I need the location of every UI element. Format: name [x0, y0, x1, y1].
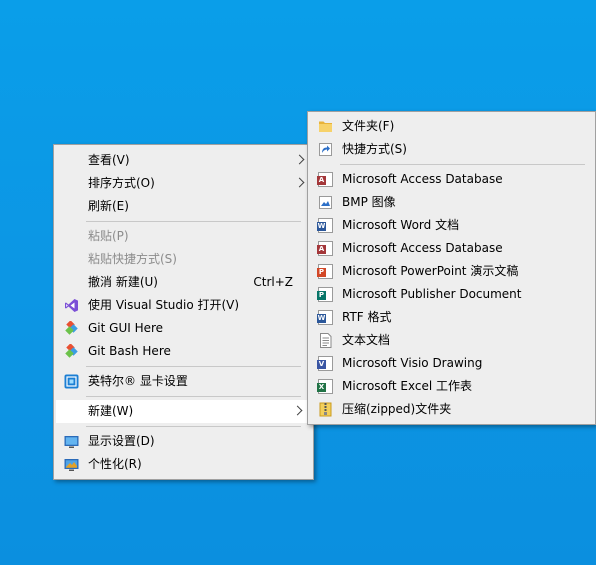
powerpoint-icon: P — [317, 264, 333, 279]
menu-item-refresh[interactable]: 刷新(E) — [54, 195, 313, 218]
chevron-right-icon — [294, 154, 305, 165]
new-file-type-label: Microsoft Word 文档 — [342, 218, 460, 232]
new-file-type-label: Microsoft Access Database — [342, 172, 503, 186]
menu-item-view-label: 查看(V) — [88, 153, 130, 167]
chevron-right-icon — [292, 405, 303, 416]
new-rtf-item[interactable]: W RTF 格式 — [308, 306, 595, 329]
visio-icon: V — [317, 356, 333, 371]
menu-item-open-visual-studio-label: 使用 Visual Studio 打开(V) — [88, 298, 240, 312]
desktop-context-menu: 查看(V) 排序方式(O) 刷新(E) 粘贴(P) 粘贴快捷方式(S) 撤消 新… — [53, 144, 314, 480]
menu-item-view[interactable]: 查看(V) — [54, 149, 313, 172]
menu-item-intel-graphics-label: 英特尔® 显卡设置 — [88, 374, 188, 388]
new-access-database-item[interactable]: A Microsoft Access Database — [308, 237, 595, 260]
excel-icon: X — [317, 379, 333, 394]
menu-item-sort-label: 排序方式(O) — [88, 176, 155, 190]
new-bmp-image-item[interactable]: BMP 图像 — [308, 191, 595, 214]
git-gui-icon — [64, 320, 79, 336]
new-zip-folder-item[interactable]: 压缩(zipped)文件夹 — [308, 398, 595, 421]
menu-item-personalize-label: 个性化(R) — [88, 457, 142, 471]
visual-studio-icon — [64, 298, 79, 313]
personalize-icon — [64, 457, 79, 472]
intel-graphics-icon — [64, 374, 79, 389]
new-powerpoint-item[interactable]: P Microsoft PowerPoint 演示文稿 — [308, 260, 595, 283]
new-publisher-document-item[interactable]: P Microsoft Publisher Document — [308, 283, 595, 306]
menu-item-paste-shortcut: 粘贴快捷方式(S) — [54, 248, 313, 271]
menu-item-paste-shortcut-label: 粘贴快捷方式(S) — [88, 252, 177, 266]
new-file-type-label: Microsoft Access Database — [342, 241, 503, 255]
git-bash-icon — [64, 343, 79, 359]
folder-icon — [318, 119, 333, 134]
menu-item-git-gui[interactable]: Git GUI Here — [54, 317, 313, 340]
chevron-right-icon — [294, 177, 305, 188]
menu-item-git-bash-label: Git Bash Here — [88, 344, 171, 358]
menu-separator — [86, 426, 301, 427]
menu-item-undo-new[interactable]: 撤消 新建(U) Ctrl+Z — [54, 271, 313, 294]
menu-item-personalize[interactable]: 个性化(R) — [54, 453, 313, 476]
new-file-type-label: Microsoft Publisher Document — [342, 287, 522, 301]
menu-item-undo-new-label: 撤消 新建(U) — [88, 275, 158, 289]
menu-separator — [86, 396, 301, 397]
zip-folder-icon — [318, 402, 333, 417]
access-icon: A — [317, 241, 333, 256]
menu-separator — [86, 366, 301, 367]
new-file-type-label: 文本文档 — [342, 333, 391, 347]
new-folder-label: 文件夹(F) — [342, 119, 395, 133]
menu-item-display-settings-label: 显示设置(D) — [88, 434, 155, 448]
new-visio-drawing-item[interactable]: V Microsoft Visio Drawing — [308, 352, 595, 375]
menu-item-new[interactable]: 新建(W) — [56, 400, 311, 423]
display-settings-icon — [64, 434, 79, 449]
text-document-icon — [318, 333, 333, 348]
menu-item-display-settings[interactable]: 显示设置(D) — [54, 430, 313, 453]
bmp-icon — [318, 195, 333, 210]
new-file-type-label: RTF 格式 — [342, 310, 392, 324]
new-submenu: 文件夹(F) 快捷方式(S) A Microsoft Access Databa… — [307, 111, 596, 425]
shortcut-icon — [318, 142, 333, 157]
new-file-type-label: BMP 图像 — [342, 195, 396, 209]
menu-item-intel-graphics[interactable]: 英特尔® 显卡设置 — [54, 370, 313, 393]
menu-separator — [340, 164, 585, 165]
menu-item-git-gui-label: Git GUI Here — [88, 321, 164, 335]
menu-item-paste: 粘贴(P) — [54, 225, 313, 248]
new-shortcut-label: 快捷方式(S) — [342, 142, 407, 156]
new-file-type-label: Microsoft PowerPoint 演示文稿 — [342, 264, 519, 278]
new-access-database-item[interactable]: A Microsoft Access Database — [308, 168, 595, 191]
menu-item-git-bash[interactable]: Git Bash Here — [54, 340, 313, 363]
new-file-type-label: Microsoft Visio Drawing — [342, 356, 483, 370]
publisher-icon: P — [317, 287, 333, 302]
menu-item-sort[interactable]: 排序方式(O) — [54, 172, 313, 195]
word-icon: W — [317, 218, 333, 233]
menu-item-open-visual-studio[interactable]: 使用 Visual Studio 打开(V) — [54, 294, 313, 317]
new-excel-worksheet-item[interactable]: X Microsoft Excel 工作表 — [308, 375, 595, 398]
menu-item-paste-label: 粘贴(P) — [88, 229, 129, 243]
new-shortcut-item[interactable]: 快捷方式(S) — [308, 138, 595, 161]
menu-item-refresh-label: 刷新(E) — [88, 199, 129, 213]
access-icon: A — [317, 172, 333, 187]
new-text-document-item[interactable]: 文本文档 — [308, 329, 595, 352]
new-word-document-item[interactable]: W Microsoft Word 文档 — [308, 214, 595, 237]
undo-shortcut-text: Ctrl+Z — [253, 275, 293, 289]
menu-item-new-label: 新建(W) — [88, 404, 134, 418]
new-folder-item[interactable]: 文件夹(F) — [308, 115, 595, 138]
new-file-type-label: Microsoft Excel 工作表 — [342, 379, 473, 393]
menu-separator — [86, 221, 301, 222]
new-file-type-label: 压缩(zipped)文件夹 — [342, 402, 452, 416]
rtf-icon: W — [317, 310, 333, 325]
